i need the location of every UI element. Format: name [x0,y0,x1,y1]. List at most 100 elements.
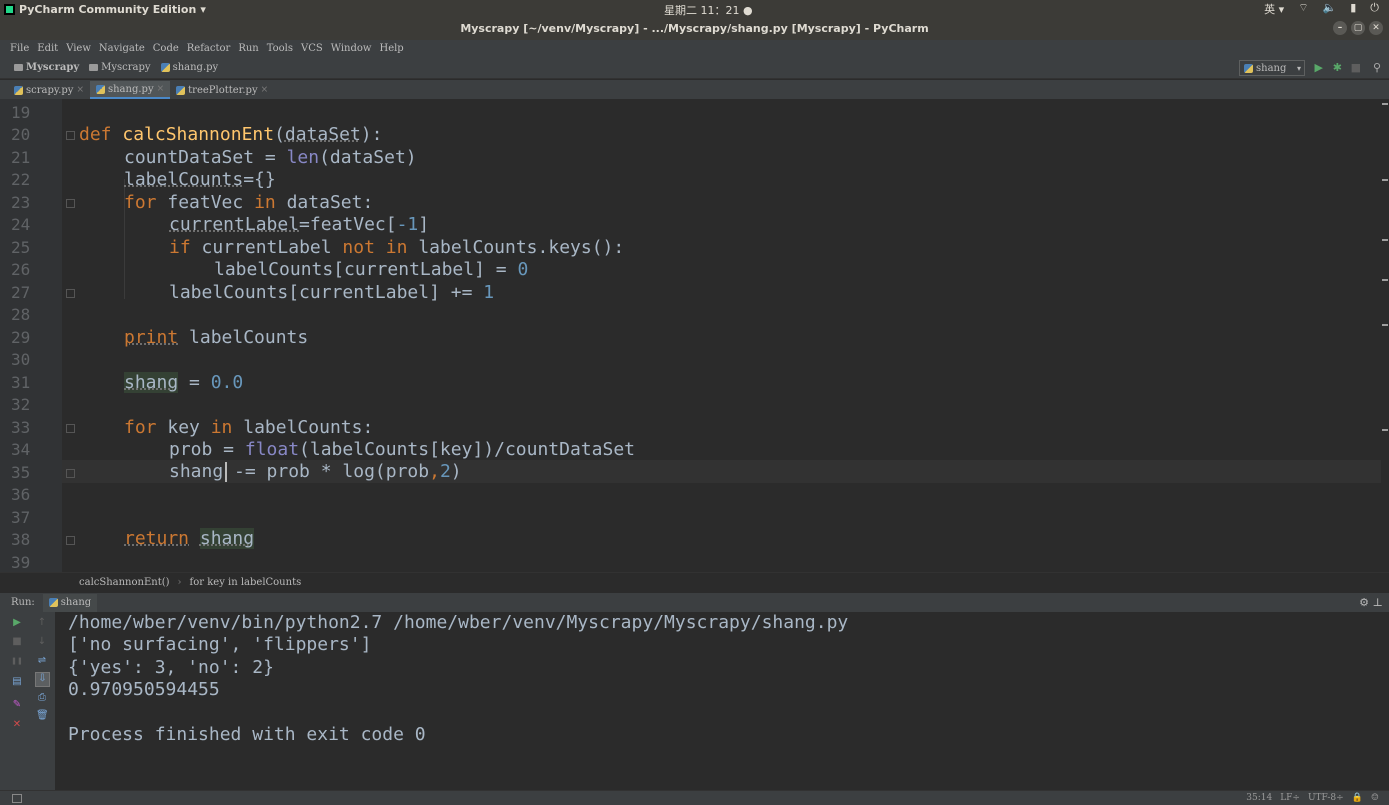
menu-window[interactable]: Window [331,43,372,54]
tab-scrapy-py[interactable]: scrapy.py × [8,81,90,99]
input-method-indicator[interactable]: 英 ▾ [1264,1,1284,17]
line-number: 29 [11,328,31,347]
arrow-up-icon[interactable]: ↑ [36,617,48,629]
code-line-20: def calcShannonEnt(dataSet): [79,124,383,145]
navigation-bar: Myscrapy Myscrapy shang.py shang ▾ ▶ ✱ ■… [0,57,1389,79]
menu-edit[interactable]: Edit [37,43,58,54]
line-separator[interactable]: LF÷ [1280,793,1300,803]
chevron-down-icon: ▾ [200,2,206,16]
menu-run[interactable]: Run [238,43,258,54]
run-console[interactable]: /home/wber/venv/bin/python2.7 /home/wber… [55,612,1389,790]
menu-navigate[interactable]: Navigate [99,43,145,54]
editor-scrollbar[interactable] [1381,99,1389,572]
close-tab-icon[interactable]: × [76,85,84,95]
python-file-icon [14,85,23,95]
close-window-button[interactable]: ✕ [1369,21,1383,35]
console-line: /home/wber/venv/bin/python2.7 /home/wber… [68,612,849,633]
fold-marker[interactable] [66,424,75,433]
python-file-icon [176,85,186,95]
close-tab-icon[interactable]: × [261,85,269,95]
inspector-icon[interactable]: ☺ [1371,793,1379,803]
menu-bar: File Edit View Navigate Code Refactor Ru… [0,40,1389,57]
breadcrumb-loop[interactable]: for key in labelCounts [190,577,302,588]
tab-shang-py[interactable]: shang.py × [89,81,171,99]
wifi-icon[interactable]: ⌔ [1298,1,1308,17]
dump-threads-icon[interactable]: ▤ [11,676,23,688]
close-tab-icon[interactable]: × [157,84,165,94]
code-line-33: for key in labelCounts: [124,417,374,438]
nav-crumb-package[interactable]: Myscrapy [89,62,151,73]
python-file-icon [1244,63,1253,73]
breadcrumb-function[interactable]: calcShannonEnt() [79,577,170,588]
file-encoding[interactable]: UTF-8÷ [1308,793,1344,803]
run-toolbar: ▶ ■ ❚❚ ▤ ✎ ✕ ↑ ↓ ⇌ ⇩ ⎙ 🗑 [0,612,55,790]
line-number: 23 [11,193,31,212]
maximize-button[interactable]: ▢ [1351,21,1365,35]
window-title: Myscrapy [~/venv/Myscrapy] - .../Myscrap… [460,22,929,35]
cursor-position[interactable]: 35:14 [1246,793,1272,803]
arrow-down-icon[interactable]: ↓ [36,636,48,648]
tool-windows-icon[interactable] [12,794,22,803]
rerun-icon[interactable]: ▶ [11,617,23,629]
soft-wrap-icon[interactable]: ⇌ [36,655,48,667]
code-line-24: currentLabel=featVec[-1] [169,214,430,235]
code-editor[interactable]: 19 20 21 22 23 24 25 26 27 28 29 30 31 3… [0,99,1389,572]
stop-icon[interactable]: ■ [1351,62,1361,74]
menu-view[interactable]: View [66,43,91,54]
menu-file[interactable]: File [10,43,29,54]
python-file-icon [160,63,170,72]
scroll-mark [1382,429,1388,431]
app-name: PyCharm Community Edition [19,2,197,16]
window-title-bar: Myscrapy [~/venv/Myscrapy] - .../Myscrap… [0,18,1389,40]
trash-icon[interactable]: 🗑 [36,710,49,722]
search-icon[interactable]: ⚲ [1373,62,1381,74]
nav-crumb-project[interactable]: Myscrapy [14,62,79,73]
power-icon[interactable]: ⏻ [1370,1,1379,17]
scroll-mark [1382,279,1388,281]
menu-tools[interactable]: Tools [267,43,293,54]
run-configuration-value: shang [1256,62,1287,74]
console-line: 0.970950594455 [68,679,220,700]
menu-code[interactable]: Code [153,43,179,54]
line-number: 21 [11,148,31,167]
pause-icon[interactable]: ❚❚ [11,655,23,667]
gear-icon[interactable]: ⚙ [1359,596,1369,609]
debug-icon[interactable]: ✱ [1333,62,1342,74]
line-number: 27 [11,283,31,302]
code-line-21: countDataSet = len(dataSet) [124,147,417,168]
app-menu[interactable]: PyCharm Community Edition ▾ [0,3,206,16]
scroll-to-end-icon[interactable]: ⇩ [35,672,50,687]
run-panel-label: Run: [11,597,35,608]
tab-treeplotter-py[interactable]: treePlotter.py × [170,81,274,99]
run-configuration-select[interactable]: shang ▾ [1239,60,1305,76]
fold-marker[interactable] [66,131,75,140]
fold-marker[interactable] [66,469,75,478]
console-line: Process finished with exit code 0 [68,724,426,745]
tab-label: shang.py [107,83,154,95]
nav-crumb-file[interactable]: shang.py [160,62,218,73]
menu-refactor[interactable]: Refactor [187,43,231,54]
volume-icon[interactable]: 🔈 [1323,1,1337,17]
fold-marker[interactable] [66,289,75,298]
run-icon[interactable]: ▶ [1315,62,1323,74]
battery-icon[interactable]: ▮ [1350,1,1356,17]
hide-panel-icon[interactable]: ⊥ [1373,596,1383,609]
menu-help[interactable]: Help [379,43,403,54]
stop-icon[interactable]: ■ [11,636,23,648]
run-tab-label: shang [60,597,92,608]
fold-marker[interactable] [66,199,75,208]
lock-icon[interactable]: 🔒 [1352,793,1363,803]
clock[interactable]: 星期二 11：21 ● [664,2,753,18]
minimize-button[interactable]: – [1333,21,1347,35]
fold-marker[interactable] [66,536,75,545]
python-file-icon [48,598,58,607]
line-number: 34 [11,440,31,459]
close-icon[interactable]: ✕ [11,719,23,731]
menu-vcs[interactable]: VCS [301,43,323,54]
scroll-mark [1382,239,1388,241]
print-icon[interactable]: ⎙ [36,692,48,704]
pin-tab-icon[interactable]: ✎ [11,699,23,711]
run-tab-shang[interactable]: shang [42,593,98,612]
line-number: 30 [11,350,31,369]
run-panel-header: Run: shang ⚙ ⊥ [0,592,1389,612]
